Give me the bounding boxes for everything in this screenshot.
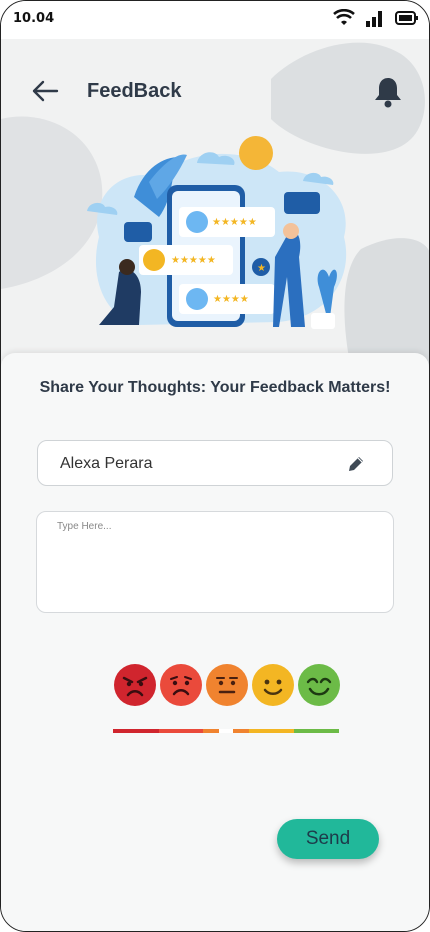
status-time: 10.04 <box>13 11 55 26</box>
feedback-card: Share Your Thoughts: Your Feedback Matte… <box>1 353 429 931</box>
send-button[interactable]: Send <box>277 819 379 859</box>
scale-segment-neutral-right <box>233 729 249 733</box>
happy-emoji-icon[interactable] <box>252 664 294 706</box>
phone-frame: 10.04 FeedBack ★★★★★ ★★★★★ ★★★★ ★ Share … <box>0 0 430 932</box>
rating-scale-bar <box>113 729 339 733</box>
notification-bell-icon[interactable] <box>371 75 405 113</box>
sad-emoji-icon[interactable] <box>160 664 202 706</box>
battery-icon <box>395 10 419 26</box>
svg-text:★: ★ <box>257 263 266 274</box>
neutral-emoji-icon[interactable] <box>206 664 248 706</box>
feedback-heading: Share Your Thoughts: Your Feedback Matte… <box>39 379 391 396</box>
scale-segment-very-happy <box>294 729 339 733</box>
very-angry-emoji-icon[interactable] <box>114 664 156 706</box>
name-field <box>37 440 393 487</box>
message-textarea[interactable] <box>36 511 394 613</box>
feedback-illustration: ★★★★★ ★★★★★ ★★★★ ★ <box>87 136 347 329</box>
svg-text:★★★★★: ★★★★★ <box>171 255 216 266</box>
edit-pencil-icon[interactable] <box>346 454 366 478</box>
scale-indicator[interactable] <box>219 729 233 733</box>
very-happy-emoji-icon[interactable] <box>298 664 340 706</box>
scale-segment-very-angry <box>113 729 159 733</box>
status-icons <box>333 9 419 27</box>
svg-text:★★★★: ★★★★ <box>213 294 249 305</box>
back-arrow-icon[interactable] <box>31 79 59 107</box>
scale-segment-happy <box>249 729 294 733</box>
page-title: FeedBack <box>87 80 182 102</box>
app-header: FeedBack <box>1 39 429 139</box>
status-bar: 10.04 <box>1 1 429 39</box>
signal-icon <box>365 9 385 27</box>
scale-segment-sad <box>159 729 203 733</box>
rating-emojis <box>114 664 340 706</box>
name-input[interactable] <box>58 441 332 487</box>
svg-text:★★★★★: ★★★★★ <box>212 217 257 228</box>
wifi-icon <box>333 9 355 27</box>
scale-segment-neutral-left <box>203 729 219 733</box>
